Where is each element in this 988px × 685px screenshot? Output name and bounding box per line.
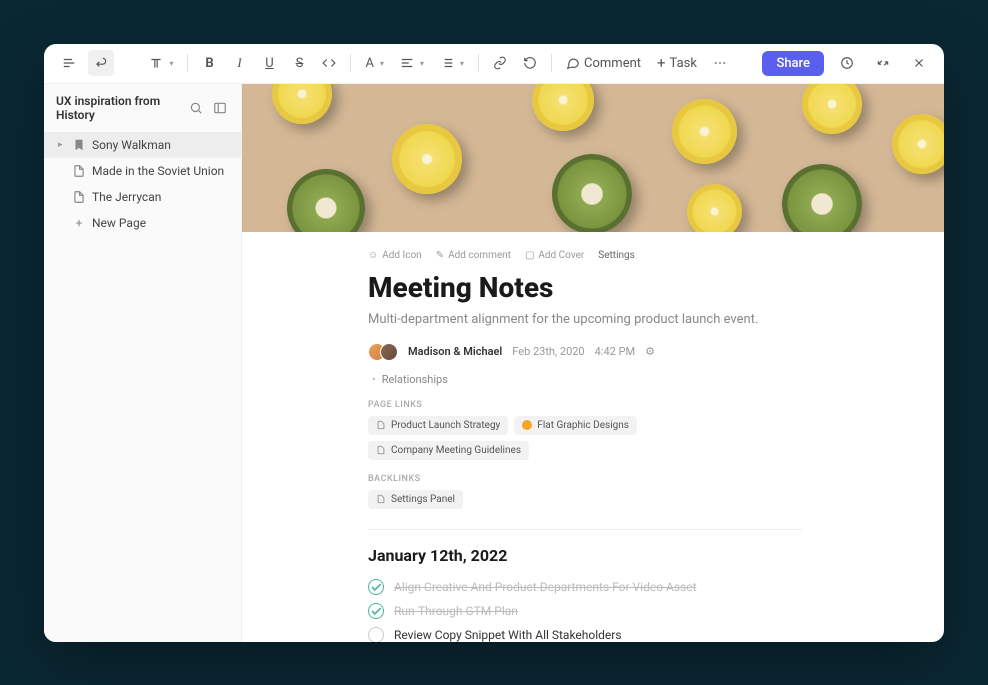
task-checkbox[interactable]: [368, 603, 384, 619]
sidebar-item[interactable]: The Jerrycan: [44, 184, 241, 210]
page-link-chip[interactable]: Company Meeting Guidelines: [368, 441, 529, 460]
author-avatars: [368, 343, 398, 361]
settings-icon[interactable]: ⚙: [645, 345, 655, 358]
align-dropdown[interactable]: ▾: [394, 52, 430, 74]
page-link-chip[interactable]: Flat Graphic Designs: [514, 416, 637, 435]
strikethrough-button[interactable]: S: [286, 50, 312, 76]
author-row: Madison & Michael Feb 23th, 2020 4:42 PM…: [368, 343, 802, 361]
page-icon: [376, 445, 386, 455]
new-page-button[interactable]: + New Page: [44, 210, 241, 236]
sidebar: UX inspiration from History ▸Sony Walkma…: [44, 84, 242, 642]
close-icon[interactable]: [906, 50, 932, 76]
back-icon[interactable]: [88, 50, 114, 76]
collapse-icon[interactable]: [870, 50, 896, 76]
list-dropdown[interactable]: ▾: [434, 52, 470, 74]
comment-button[interactable]: Comment: [560, 52, 647, 75]
link-button[interactable]: [487, 50, 513, 76]
task-text: Align Creative And Product Departments F…: [394, 580, 697, 594]
more-icon[interactable]: [707, 50, 733, 76]
sidebar-title: UX inspiration from History: [56, 94, 181, 122]
task-item[interactable]: Review Copy Snippet With All Stakeholder…: [368, 627, 802, 642]
underline-button[interactable]: U: [256, 50, 282, 76]
page-links-label: PAGE LINKS: [368, 400, 802, 410]
task-item[interactable]: Run-Through GTM Plan: [368, 603, 802, 619]
date-heading[interactable]: January 12th, 2022: [368, 546, 802, 565]
italic-button[interactable]: I: [226, 50, 252, 76]
chip-label: Product Launch Strategy: [391, 420, 500, 431]
sidebar-item-label: Sony Walkman: [92, 138, 171, 152]
page-link-chip[interactable]: Product Launch Strategy: [368, 416, 508, 435]
page-icon: [72, 164, 86, 178]
task-checkbox[interactable]: [368, 627, 384, 642]
add-icon-button[interactable]: ☺ Add Icon: [368, 250, 422, 261]
sidebar-item[interactable]: Made in the Soviet Union: [44, 158, 241, 184]
sidebar-item[interactable]: ▸Sony Walkman: [44, 132, 241, 158]
toolbar: ▾ B I U S A▾ ▾ ▾ Comment +Task Share: [44, 44, 944, 84]
text-color-dropdown[interactable]: A▾: [359, 52, 390, 75]
page-title[interactable]: Meeting Notes: [368, 271, 802, 304]
add-cover-button[interactable]: ▢ Add Cover: [525, 250, 584, 261]
page-time: 4:42 PM: [595, 345, 635, 358]
main-content: ☺ Add Icon ✎ Add comment ▢ Add Cover Set…: [242, 84, 944, 642]
avatar: [380, 343, 398, 361]
sidebar-header: UX inspiration from History: [44, 84, 241, 132]
task-item[interactable]: Align Creative And Product Departments F…: [368, 579, 802, 595]
task-text: Run-Through GTM Plan: [394, 604, 518, 618]
chip-label: Settings Panel: [391, 494, 455, 505]
page-subtitle[interactable]: Multi-department alignment for the upcom…: [368, 312, 802, 327]
cover-image: [242, 84, 944, 232]
plus-icon: +: [72, 216, 86, 230]
page-icon: [376, 420, 386, 430]
new-page-label: New Page: [92, 216, 146, 230]
sidebar-item-label: The Jerrycan: [92, 190, 161, 204]
chip-label: Company Meeting Guidelines: [391, 445, 521, 456]
task-checkbox[interactable]: [368, 579, 384, 595]
backlinks-label: BACKLINKS: [368, 474, 802, 484]
relationships-row[interactable]: •Relationships: [368, 373, 802, 386]
app-window: ▾ B I U S A▾ ▾ ▾ Comment +Task Share: [44, 44, 944, 642]
history-icon[interactable]: [834, 50, 860, 76]
reset-icon[interactable]: [517, 50, 543, 76]
search-icon[interactable]: [189, 100, 205, 116]
page-meta-row: ☺ Add Icon ✎ Add comment ▢ Add Cover Set…: [368, 250, 802, 261]
page-settings-button[interactable]: Settings: [598, 250, 635, 261]
add-comment-button[interactable]: ✎ Add comment: [436, 250, 511, 261]
page-date: Feb 23th, 2020: [512, 345, 584, 358]
task-button[interactable]: +Task: [651, 50, 703, 76]
page-icon: [376, 494, 386, 504]
share-button[interactable]: Share: [762, 51, 824, 76]
sidebar-toggle-icon[interactable]: [213, 100, 229, 116]
page-icon: [72, 190, 86, 204]
author-names: Madison & Michael: [408, 345, 502, 358]
divider: [368, 529, 802, 530]
chip-label: Flat Graphic Designs: [537, 420, 629, 431]
bold-button[interactable]: B: [196, 50, 222, 76]
sidebar-item-label: Made in the Soviet Union: [92, 164, 224, 178]
text-style-dropdown[interactable]: ▾: [143, 52, 179, 74]
task-text: Review Copy Snippet With All Stakeholder…: [394, 628, 622, 642]
backlink-chip[interactable]: Settings Panel: [368, 490, 463, 509]
code-button[interactable]: [316, 50, 342, 76]
bookmark-icon: [72, 138, 86, 152]
menu-icon[interactable]: [56, 50, 82, 76]
